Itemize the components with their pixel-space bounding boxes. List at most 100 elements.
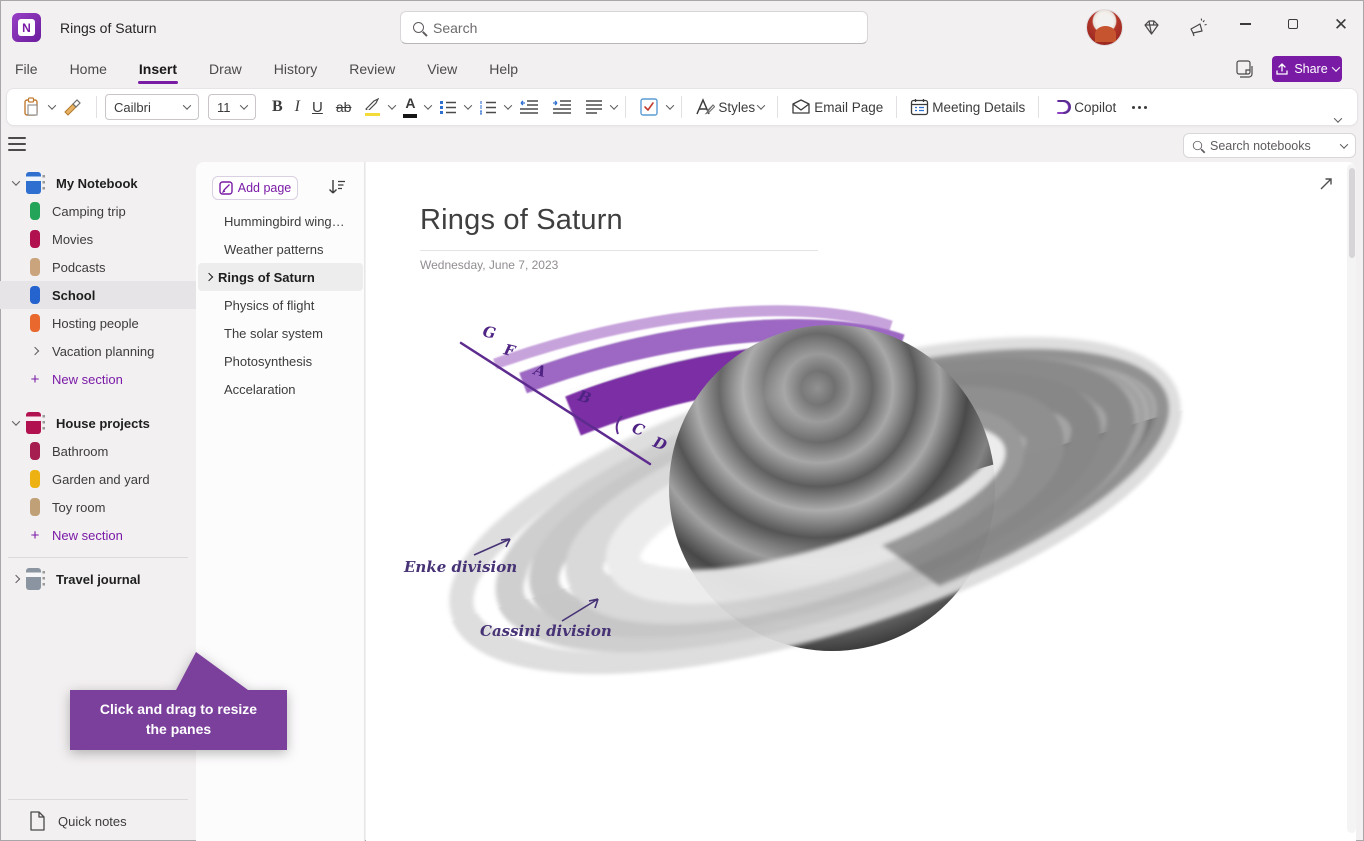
page-item[interactable]: The solar system [198,319,363,347]
section-school[interactable]: School [0,281,196,309]
font-name-value: Cailbri [114,100,176,115]
scrollbar-thumb[interactable] [1349,168,1355,258]
section-hosting-people[interactable]: Hosting people [0,309,196,337]
todo-tag-button[interactable] [634,94,664,120]
close-button[interactable]: ✕ [1318,0,1364,48]
page-item[interactable]: Photosynthesis [198,347,363,375]
saturn-illustration[interactable]: G F A B C D Enke division [386,288,1196,718]
notebook-name: Travel journal [56,572,141,587]
menu-history[interactable]: History [273,59,319,79]
font-name-select[interactable]: Cailbri [105,94,199,120]
search-notebooks-placeholder: Search notebooks [1210,139,1334,153]
sidebar-divider [8,557,188,558]
email-page-button[interactable]: Email Page [786,96,888,118]
search-placeholder: Search [433,20,477,36]
page-item[interactable]: Weather patterns [198,235,363,263]
page-expand-chevron-icon [205,273,213,281]
section-podcasts[interactable]: Podcasts [0,253,196,281]
page-item[interactable]: Accelaration [198,375,363,403]
notebook-expand-chevron-icon[interactable] [12,417,20,425]
sort-pages-icon[interactable] [328,179,346,200]
section-camping-trip[interactable]: Camping trip [0,197,196,225]
enke-label: Enke division [403,558,517,576]
increase-indent-button[interactable] [547,96,577,118]
premium-diamond-icon[interactable] [1139,16,1163,40]
underline-button[interactable]: U [307,96,328,119]
bold-button[interactable]: B [267,95,288,119]
menu-insert[interactable]: Insert [138,59,178,79]
whats-new-megaphone-icon[interactable] [1186,16,1210,40]
menu-review[interactable]: Review [348,59,396,79]
side-by-side-pages-icon[interactable] [1233,58,1255,85]
section-bathroom[interactable]: Bathroom [0,437,196,465]
alignment-chevron-icon[interactable] [610,101,618,109]
font-color-letter: A [405,96,415,110]
todo-tag-chevron-icon[interactable] [666,101,674,109]
menu-home[interactable]: Home [69,59,108,79]
paste-button[interactable] [17,94,46,120]
share-button[interactable]: Share [1272,56,1342,82]
font-color-chevron-icon[interactable] [424,101,432,109]
vertical-scrollbar[interactable] [1347,164,1356,833]
section-toy-room[interactable]: Toy room [0,493,196,521]
italic-button[interactable]: I [291,98,304,116]
numbered-list-button[interactable] [474,96,502,118]
navigation-menu-icon[interactable] [8,137,26,151]
notebook-expand-chevron-icon[interactable] [12,575,20,583]
paste-chevron-icon[interactable] [48,101,56,109]
page-title: Physics of flight [224,298,314,313]
menu-view[interactable]: View [426,59,458,79]
highlight-chevron-icon[interactable] [388,101,396,109]
font-size-select[interactable]: 11 [208,94,256,120]
share-chevron-icon [1331,63,1339,71]
page-title-heading[interactable]: Rings of Saturn [420,204,623,237]
notebook-travel-journal[interactable]: Travel journal [0,565,196,593]
minimize-button[interactable] [1222,0,1268,48]
menu-help[interactable]: Help [488,59,519,79]
format-painter-button[interactable] [58,95,88,119]
alignment-button[interactable] [580,96,608,118]
font-color-button[interactable]: A [398,93,422,121]
bullet-list-button[interactable] [434,96,462,118]
section-label: Movies [52,232,93,247]
notebook-house-projects[interactable]: House projects [0,409,196,437]
quick-notes-button[interactable]: Quick notes [0,807,196,835]
page-item[interactable]: Hummingbird wing… [198,207,363,235]
account-avatar[interactable] [1086,9,1123,46]
resize-panes-tooltip: Click and drag to resize the panes [70,652,287,750]
meeting-details-button[interactable]: Meeting Details [905,95,1030,119]
search-notebooks-chevron-icon [1340,140,1348,148]
search-notebooks-select[interactable]: Search notebooks [1183,133,1356,158]
search-input[interactable]: Search [400,11,868,44]
section-label: School [52,288,95,303]
plus-icon: + [30,371,40,388]
section-garden-and-yard[interactable]: Garden and yard [0,465,196,493]
search-notebooks-icon [1193,141,1202,150]
section-group-vacation-planning[interactable]: Vacation planning [0,337,196,365]
more-commands-button[interactable] [1124,106,1155,109]
copilot-button[interactable]: Copilot [1047,95,1121,119]
new-section-button[interactable]: + New section [0,365,196,393]
cassini-label: Cassini division [480,622,612,640]
add-page-button[interactable]: Add page [212,176,298,200]
highlight-button[interactable] [359,95,386,120]
section-color-tab [30,286,40,304]
notebook-expand-chevron-icon[interactable] [12,177,20,185]
maximize-button[interactable] [1270,0,1316,48]
expand-page-icon[interactable] [1318,176,1334,197]
numbered-list-chevron-icon[interactable] [504,101,512,109]
bullet-list-chevron-icon[interactable] [464,101,472,109]
notebook-my-notebook[interactable]: My Notebook [0,169,196,197]
styles-button[interactable]: Styles [690,95,769,119]
page-item-selected[interactable]: Rings of Saturn [198,263,363,291]
menu-draw[interactable]: Draw [208,59,243,79]
new-section-button[interactable]: + New section [0,521,196,549]
section-movies[interactable]: Movies [0,225,196,253]
page-item[interactable]: Physics of flight [198,291,363,319]
strikethrough-button[interactable]: ab [331,96,357,118]
ribbon-collapse-chevron-icon[interactable] [1334,114,1342,122]
menu-file[interactable]: File [14,59,39,79]
decrease-indent-button[interactable] [514,96,544,118]
search-icon [413,22,424,33]
section-color-tab [30,442,40,460]
